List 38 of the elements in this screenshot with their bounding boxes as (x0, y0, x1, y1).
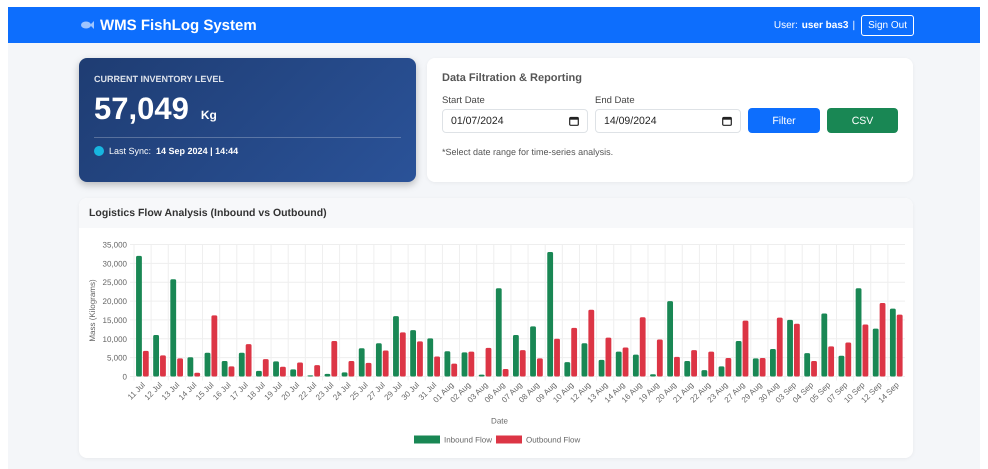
filter-title: Data Filtration & Reporting (442, 72, 583, 84)
axis-tick-label: 30,000 (102, 259, 127, 268)
separator: | (852, 20, 856, 30)
filter-button[interactable]: Filter (748, 108, 820, 133)
axis-tick-label: 0 (122, 372, 127, 382)
status-dot-icon (94, 146, 104, 156)
sync-time: 14 Sep 2024 | 14:44 (156, 146, 238, 156)
sync-label: Last Sync: (109, 146, 152, 156)
axis-title: Mass (Kilograms) (88, 279, 97, 342)
axis-tick-label: 25,000 (102, 278, 127, 288)
inventory-label: CURRENT INVENTORY LEVEL (94, 74, 225, 84)
start-date-field[interactable]: 01/07/2024 (442, 109, 588, 133)
sign-out-button[interactable]: Sign Out (861, 14, 914, 36)
hint-text: *Select date range for time-series analysis. (442, 147, 614, 157)
legend-swatch (496, 436, 522, 444)
legend-label: Inbound Flow (444, 436, 492, 444)
inventory-unit: Kg (200, 108, 217, 122)
axis-tick-label: 20,000 (102, 297, 127, 306)
app-title: WMS FishLog System (100, 16, 257, 34)
axis-title: Date (491, 416, 508, 426)
legend-swatch (414, 436, 440, 444)
calendar-icon[interactable] (722, 116, 732, 126)
axis-tick-label: 11 Jul (126, 380, 147, 402)
start-date-label: Start Date (442, 95, 486, 106)
legend-label: Outbound Flow (526, 436, 580, 444)
calendar-icon[interactable] (569, 116, 579, 126)
axis-tick-label: 10,000 (102, 334, 127, 344)
chart-title: Logistics Flow Analysis (Inbound vs Outbound) (79, 198, 913, 228)
axis-tick-label: 15,000 (102, 316, 127, 325)
axis-tick-label: 35,000 (102, 240, 127, 250)
user-name: user bas3 (802, 20, 848, 30)
end-date-field[interactable]: 14/09/2024 (595, 109, 741, 133)
axis-tick-label: 5,000 (106, 354, 127, 363)
end-date-label: End Date (595, 95, 636, 106)
inventory-value: 57,049 (94, 91, 189, 127)
csv-button[interactable]: CSV (827, 108, 898, 133)
user-label: User: (774, 20, 798, 30)
fish-icon (80, 20, 94, 30)
